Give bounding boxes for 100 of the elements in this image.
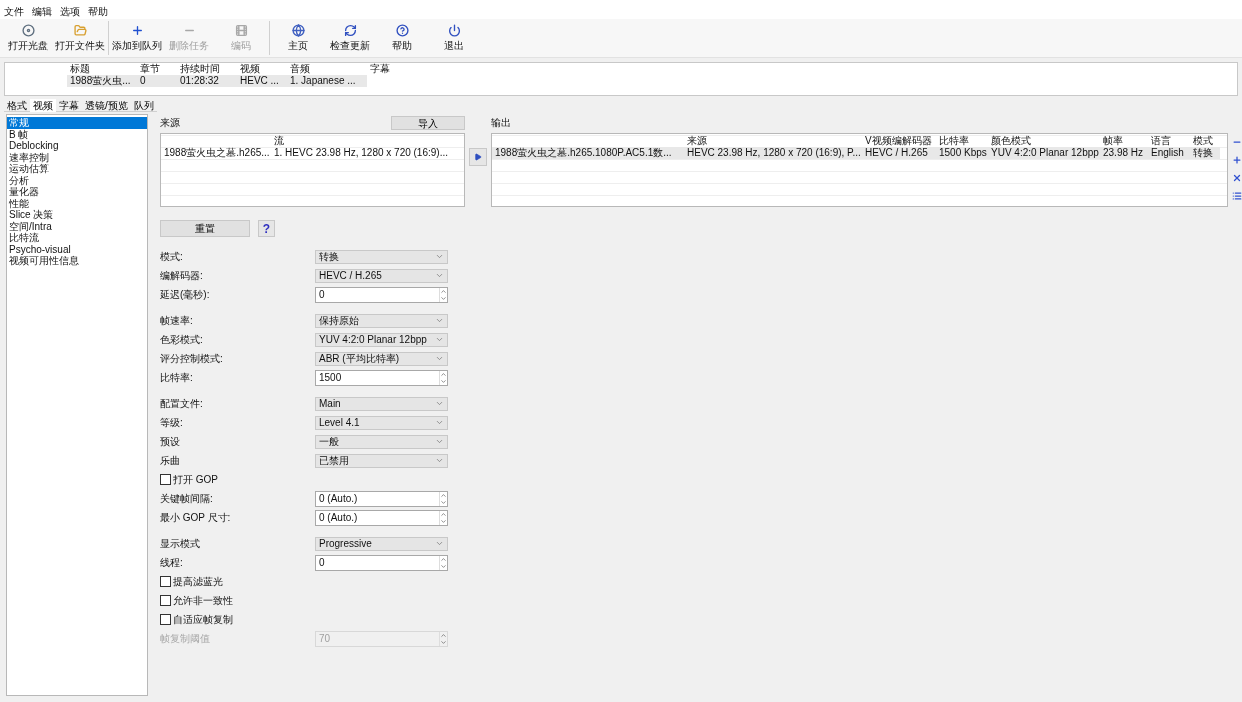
column-header: 颜色模式 <box>990 135 1032 147</box>
chevron-down-icon <box>435 316 444 325</box>
chevron-down-icon <box>435 252 444 261</box>
checkbox-label: 自适应帧复制 <box>173 612 233 627</box>
table-cell: 0 <box>137 75 177 87</box>
move-button[interactable] <box>469 148 487 166</box>
table-cell: 1500 Kbps <box>936 147 988 159</box>
category-item[interactable]: Deblocking <box>7 140 147 152</box>
column-header: 标题 <box>69 63 91 75</box>
spin-arrows-icon[interactable] <box>439 370 447 385</box>
category-item[interactable]: 常规 <box>7 117 147 129</box>
checkbox[interactable] <box>160 614 171 625</box>
category-item[interactable]: 量化器 <box>7 186 147 198</box>
toolbar-button[interactable]: 添加到队列 <box>111 20 163 56</box>
tab[interactable]: 队列 <box>130 99 157 112</box>
dropdown[interactable]: HEVC / H.265 <box>315 268 448 283</box>
checkbox[interactable] <box>160 595 171 606</box>
spin-box[interactable]: 0 <box>315 554 448 571</box>
column-header: 比特率 <box>938 135 970 147</box>
menu-item[interactable]: 选项 <box>60 4 80 19</box>
section-title: 输出 <box>491 116 511 130</box>
category-item[interactable]: 比特流 <box>7 232 147 244</box>
column-header: 音频 <box>289 63 311 75</box>
category-item[interactable]: 空间/Intra <box>7 220 147 232</box>
field-label: 配置文件: <box>160 396 204 411</box>
dropdown[interactable]: Main <box>315 396 448 411</box>
column-header: 来源 <box>686 135 708 147</box>
category-item[interactable]: Slice 决策 <box>7 209 147 221</box>
import-button[interactable]: 导入 <box>391 116 465 130</box>
help-icon <box>395 23 409 37</box>
table-cell: 01:28:32 <box>177 75 237 87</box>
checkbox-label: 打开 GOP <box>173 472 218 487</box>
dropdown[interactable]: YUV 4:2:0 Planar 12bpp <box>315 332 448 347</box>
toolbar-button[interactable]: 主页 <box>272 20 324 56</box>
column-header: 模式 <box>1192 135 1214 147</box>
refresh-icon <box>343 23 357 37</box>
dropdown[interactable]: Progressive <box>315 536 448 551</box>
reset-button[interactable]: 重置 <box>160 220 250 237</box>
dropdown[interactable]: ABR (平均比特率) <box>315 351 448 366</box>
menu-item[interactable]: 编辑 <box>32 4 52 19</box>
table-cell: 1988萤火虫... <box>67 75 137 87</box>
help-button[interactable]: ? <box>258 220 275 237</box>
tab[interactable]: 透镜/预览 <box>82 99 131 112</box>
dropdown[interactable]: 已禁用 <box>315 453 448 468</box>
toolbar-button[interactable]: 打开光盘 <box>2 20 54 56</box>
globe-icon <box>291 23 305 37</box>
toolbar-button[interactable]: 帮助 <box>376 20 428 56</box>
field-label: 等级: <box>160 415 184 430</box>
dropdown[interactable]: Level 4.1 <box>315 415 448 430</box>
field-label: 编解码器: <box>160 268 204 283</box>
category-item[interactable]: 运动估算 <box>7 163 147 175</box>
spin-box[interactable]: 0 <box>315 286 448 303</box>
toolbar-button[interactable]: 退出 <box>428 20 480 56</box>
disc-icon <box>21 23 35 37</box>
table-cell: 1. Japanese ... <box>287 75 367 87</box>
toolbar-button[interactable]: 打开文件夹 <box>54 20 106 56</box>
category-item[interactable]: B 帧 <box>7 128 147 140</box>
spin-box[interactable]: 0 (Auto.) <box>315 490 448 507</box>
category-item[interactable]: Psycho-visual <box>7 243 147 255</box>
menu-item[interactable]: 文件 <box>4 4 24 19</box>
spin-arrows-icon[interactable] <box>439 491 447 506</box>
column-header: 语言 <box>1150 135 1172 147</box>
table-cell: YUV 4:2:0 Planar 12bpp <box>988 147 1100 159</box>
table-cell: English <box>1148 147 1190 159</box>
spin-arrows-icon[interactable] <box>439 555 447 570</box>
spin-box[interactable]: 1500 <box>315 369 448 386</box>
spin-arrows-icon[interactable] <box>439 510 447 525</box>
spin-box[interactable]: 0 (Auto.) <box>315 509 448 526</box>
table-cell: 1988萤火虫之墓.h265.1080P.AC5.1数... <box>492 147 684 159</box>
field-label: 色彩模式: <box>160 332 204 347</box>
category-item[interactable]: 速率控制 <box>7 151 147 163</box>
column-header: V视频编解码器 <box>864 135 933 147</box>
dropdown[interactable]: 保持原始 <box>315 313 448 328</box>
table-cell: 转换 <box>1190 147 1220 159</box>
chevron-down-icon <box>435 399 444 408</box>
chevron-down-icon <box>435 437 444 446</box>
checkbox[interactable] <box>160 576 171 587</box>
table-cell: HEVC / H.265 <box>862 147 936 159</box>
toolbar-button[interactable]: 检查更新 <box>324 20 376 56</box>
field-label: 线程: <box>160 555 184 570</box>
field-label: 评分控制模式: <box>160 351 224 366</box>
column-header: 视频 <box>239 63 261 75</box>
category-item[interactable]: 性能 <box>7 197 147 209</box>
dropdown[interactable]: 转换 <box>315 249 448 264</box>
table-cell: 23.98 Hz <box>1100 147 1148 159</box>
category-item[interactable]: 视频可用性信息 <box>7 255 147 267</box>
film-icon <box>234 23 248 37</box>
chevron-down-icon <box>435 354 444 363</box>
column-header: 帧率 <box>1102 135 1124 147</box>
checkbox[interactable] <box>160 474 171 485</box>
tab[interactable]: 字幕 <box>56 99 82 112</box>
field-label: 模式: <box>160 249 184 264</box>
category-item[interactable]: 分析 <box>7 174 147 186</box>
tab[interactable]: 视频 <box>30 99 56 112</box>
column-header: 持续时间 <box>179 63 221 75</box>
dropdown[interactable]: 一般 <box>315 434 448 449</box>
column-header: 字幕 <box>369 63 391 75</box>
table-cell-text: 1988萤火虫之墓.h265... <box>163 147 271 159</box>
menu-item[interactable]: 帮助 <box>88 4 108 19</box>
spin-arrows-icon[interactable] <box>439 287 447 302</box>
